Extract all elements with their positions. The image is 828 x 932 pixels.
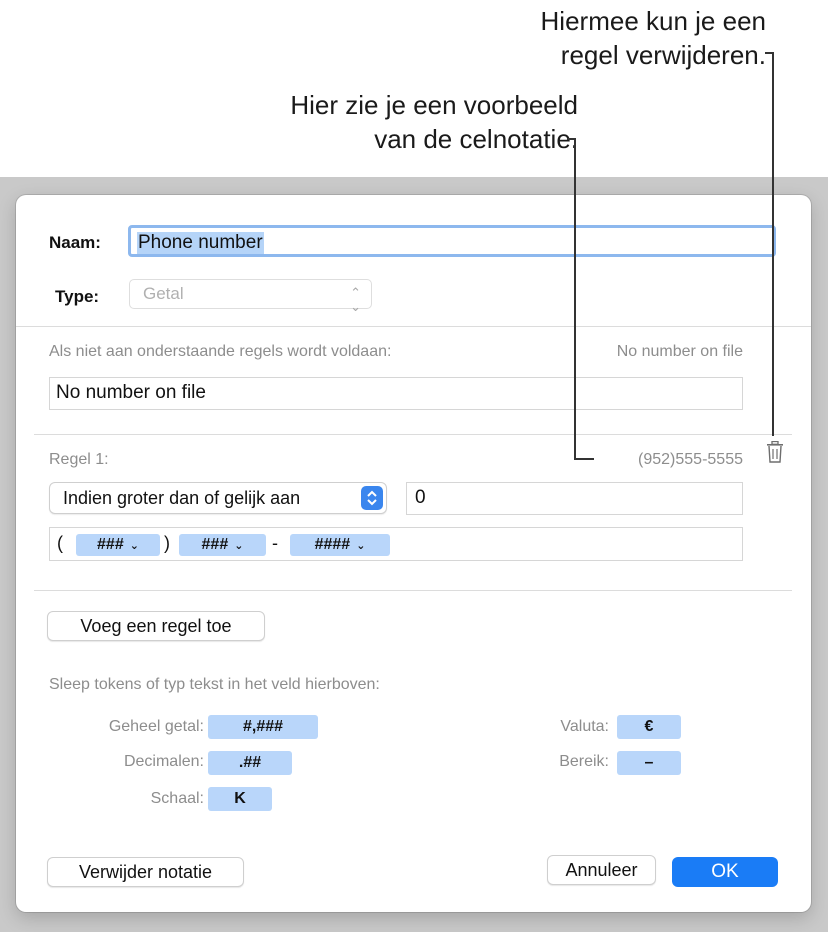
- add-rule-button[interactable]: Voeg een regel toe: [47, 611, 265, 641]
- trash-icon[interactable]: [765, 440, 785, 463]
- separator-rule: [34, 434, 792, 435]
- name-field[interactable]: Phone number: [128, 225, 776, 257]
- token-label: ###: [201, 536, 229, 553]
- range-label: Bereik:: [559, 753, 609, 770]
- rule-condition-value: Indien groter dan of gelijk aan: [63, 488, 301, 508]
- type-popup-value: Getal: [143, 284, 184, 303]
- type-popup[interactable]: Getal ⌃ ⌄: [129, 279, 372, 314]
- format-token-area-code[interactable]: ### ⌄: [76, 534, 160, 556]
- integer-label: Geheel getal:: [108, 718, 204, 735]
- chevron-down-icon: ⌄: [234, 540, 244, 552]
- type-label: Type:: [55, 287, 100, 306]
- rule-format-field[interactable]: ( ### ⌄ ) ### ⌄ - #### ⌄: [49, 527, 743, 561]
- name-field-value: Phone number: [137, 232, 264, 254]
- rule-value-field[interactable]: 0: [406, 482, 743, 515]
- callout-preview: Hier zie je een voorbeeld van de celnota…: [290, 88, 578, 156]
- fallback-label: Als niet aan onderstaande regels wordt v…: [49, 343, 392, 360]
- currency-label: Valuta:: [560, 718, 609, 735]
- format-dash: -: [272, 533, 278, 553]
- format-open-paren: (: [57, 533, 63, 553]
- cancel-button[interactable]: Annuleer: [547, 855, 656, 885]
- callout-delete-rule-line1: Hiermee kun je een: [540, 6, 766, 36]
- rule-label: Regel 1:: [49, 451, 109, 468]
- callout-delete-rule-line2: regel verwijderen.: [560, 40, 766, 70]
- scale-label: Schaal:: [150, 790, 204, 807]
- currency-token[interactable]: €: [617, 715, 681, 739]
- tokens-hint: Sleep tokens of typ tekst in het veld hi…: [49, 676, 380, 693]
- chevron-down-icon: ⌄: [129, 540, 139, 552]
- decimals-label: Decimalen:: [123, 753, 204, 770]
- separator-top: [16, 326, 811, 327]
- integer-token[interactable]: #,###: [208, 715, 318, 739]
- ok-button[interactable]: OK: [672, 857, 778, 887]
- leader-preview-vertical: [574, 138, 576, 460]
- token-label: ###: [97, 536, 124, 553]
- separator-bottom: [34, 590, 792, 591]
- fallback-preview: No number on file: [616, 343, 743, 360]
- callout-delete-rule: Hiermee kun je een regel verwijderen.: [541, 4, 766, 72]
- format-close-paren: ): [164, 533, 170, 553]
- up-down-arrows-icon: [361, 486, 383, 510]
- leader-delete-vertical: [772, 52, 774, 436]
- name-label: Naam:: [49, 233, 101, 252]
- chevron-down-icon: ⌄: [356, 540, 366, 552]
- fallback-text-field[interactable]: No number on file: [49, 377, 743, 410]
- format-token-prefix[interactable]: ### ⌄: [179, 534, 266, 556]
- decimals-token[interactable]: .##: [208, 751, 292, 775]
- range-token[interactable]: –: [617, 751, 681, 775]
- rule-preview: (952)555-5555: [638, 451, 743, 468]
- scale-token[interactable]: K: [208, 787, 272, 811]
- callout-preview-line1: Hier zie je een voorbeeld: [290, 90, 578, 120]
- callout-preview-line2: van de celnotatie.: [374, 124, 578, 154]
- rule-condition-popup[interactable]: Indien groter dan of gelijk aan: [49, 482, 387, 514]
- custom-format-dialog: Naam: Phone number Type: Getal ⌃ ⌄ Als ni…: [16, 195, 811, 912]
- format-token-line-number[interactable]: #### ⌄: [290, 534, 390, 556]
- remove-format-button[interactable]: Verwijder notatie: [47, 857, 244, 887]
- token-label: ####: [314, 536, 351, 553]
- leader-preview-foot: [574, 458, 594, 460]
